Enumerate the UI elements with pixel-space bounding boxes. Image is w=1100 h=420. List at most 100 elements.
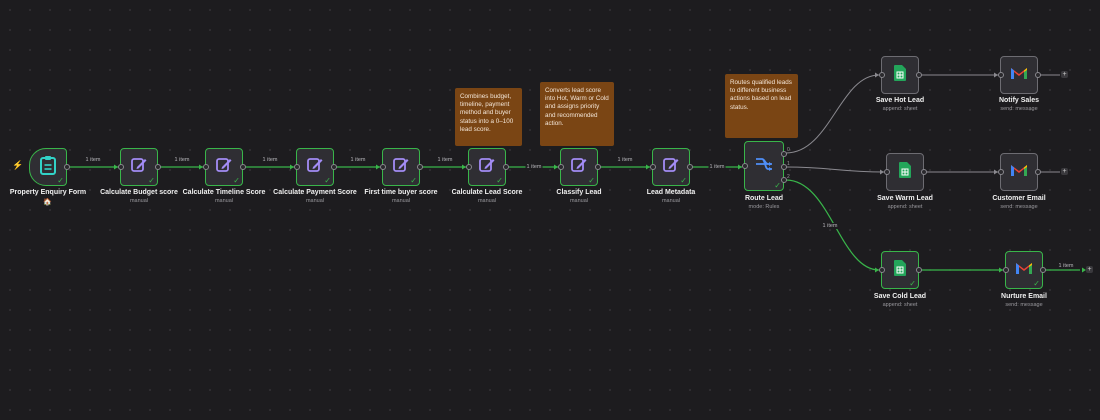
input-port[interactable] <box>1002 267 1009 273</box>
output-port-0[interactable] <box>780 151 787 157</box>
success-check-icon: ✓ <box>774 181 781 190</box>
input-port[interactable] <box>557 164 564 170</box>
output-port-1[interactable] <box>780 164 787 170</box>
node-label: Route Lead <box>744 195 784 202</box>
edge-item-count: 1 item <box>84 157 102 163</box>
edge-item-count: 1 item <box>436 157 454 163</box>
edge-route-savewarm <box>785 166 885 173</box>
node-label: Lead Metadata <box>646 189 696 196</box>
success-check-icon: ✓ <box>680 176 687 185</box>
node-label: Calculate Lead Score <box>451 189 523 196</box>
pencil-icon <box>570 156 588 179</box>
edge-item-count: 1 item <box>173 157 191 163</box>
node-calculate-timeline-score[interactable]: ✓ <box>202 148 246 186</box>
google-sheets-icon <box>894 259 906 281</box>
output-port[interactable] <box>239 164 246 170</box>
pencil-icon <box>478 156 496 179</box>
node-classify-lead[interactable]: ✓ <box>557 148 601 186</box>
input-port[interactable] <box>465 164 472 170</box>
output-port[interactable] <box>502 164 509 170</box>
node-label: Save Cold Lead <box>873 293 927 300</box>
input-port[interactable] <box>117 164 124 170</box>
node-calculate-budget-score[interactable]: ✓ <box>117 148 161 186</box>
success-check-icon: ✓ <box>410 176 417 185</box>
edge-item-count: 1 item <box>708 164 726 170</box>
pencil-icon <box>306 156 324 179</box>
node-lead-metadata[interactable]: ✓ <box>649 148 693 186</box>
input-port[interactable] <box>878 72 885 78</box>
node-property-enquiry-form[interactable]: ✓ <box>29 148 70 186</box>
output-port[interactable] <box>1034 72 1041 78</box>
input-port[interactable] <box>741 163 748 169</box>
node-subtitle: send: message <box>1000 106 1038 112</box>
add-node-button[interactable]: + <box>1086 266 1093 273</box>
node-nurture-email[interactable]: ✓ <box>1002 251 1046 289</box>
trigger-bolt-icon: ⚡ <box>12 160 24 170</box>
node-save-cold-lead[interactable]: ✓ <box>878 251 922 289</box>
node-label: Save Hot Lead <box>875 97 925 104</box>
node-subtitle: manual <box>305 198 325 204</box>
sticky-note-route[interactable]: Routes qualified leads to different busi… <box>725 74 798 138</box>
pencil-icon <box>130 156 148 179</box>
add-node-button[interactable]: + <box>1061 71 1068 78</box>
node-subtitle: manual <box>477 198 497 204</box>
sticky-note-lead-score[interactable]: Combines budget, timeline, payment metho… <box>455 88 522 146</box>
output-port[interactable] <box>63 164 70 170</box>
input-port[interactable] <box>878 267 885 273</box>
input-port[interactable] <box>997 169 1004 175</box>
node-first-time-buyer-score[interactable]: ✓ <box>379 148 423 186</box>
output-port[interactable] <box>920 169 927 175</box>
google-sheets-icon <box>899 161 911 183</box>
node-label: Calculate Timeline Score <box>182 189 266 196</box>
input-port[interactable] <box>997 72 1004 78</box>
input-port[interactable] <box>883 169 890 175</box>
node-label: Customer Email <box>992 195 1046 202</box>
node-save-hot-lead[interactable] <box>878 56 922 94</box>
output-port[interactable] <box>1039 267 1046 273</box>
node-subtitle: manual <box>391 198 411 204</box>
input-port[interactable] <box>649 164 656 170</box>
success-check-icon: ✓ <box>233 176 240 185</box>
output-port[interactable] <box>686 164 693 170</box>
sticky-note-classify[interactable]: Converts lead score into Hot, Warm or Co… <box>540 82 614 146</box>
pencil-icon <box>392 156 410 179</box>
node-subtitle: manual <box>569 198 589 204</box>
success-check-icon: ✓ <box>496 176 503 185</box>
node-calculate-payment-score[interactable]: ✓ <box>293 148 337 186</box>
node-label: Calculate Payment Score <box>273 189 357 196</box>
output-port-2[interactable] <box>780 177 787 183</box>
pencil-icon <box>215 156 233 179</box>
edge-item-count: 1 item <box>821 223 839 229</box>
switch-icon <box>754 155 774 178</box>
input-port[interactable] <box>202 164 209 170</box>
output-port[interactable] <box>154 164 161 170</box>
node-save-warm-lead[interactable] <box>883 153 927 191</box>
success-check-icon: ✓ <box>1033 279 1040 288</box>
route-port-label-2: 2 <box>787 174 790 180</box>
node-customer-email[interactable] <box>997 153 1041 191</box>
success-check-icon: ✓ <box>324 176 331 185</box>
node-subtitle: send: message <box>1000 204 1038 210</box>
house-emoji: 🏠 <box>43 199 52 206</box>
route-port-label-0: 0 <box>787 147 790 153</box>
node-label: Nurture Email <box>1001 293 1047 300</box>
add-node-button[interactable]: + <box>1061 168 1068 175</box>
node-route-lead[interactable]: ✓ <box>741 141 787 191</box>
node-calculate-lead-score[interactable]: ✓ <box>465 148 509 186</box>
node-subtitle: send: message <box>1005 302 1043 308</box>
node-subtitle: manual <box>661 198 681 204</box>
output-port[interactable] <box>416 164 423 170</box>
output-port[interactable] <box>1034 169 1041 175</box>
output-port[interactable] <box>915 72 922 78</box>
google-sheets-icon <box>894 64 906 86</box>
input-port[interactable] <box>293 164 300 170</box>
output-port[interactable] <box>915 267 922 273</box>
node-notify-sales[interactable] <box>997 56 1041 94</box>
output-port[interactable] <box>330 164 337 170</box>
success-check-icon: ✓ <box>588 176 595 185</box>
node-label: Calculate Budget score <box>100 189 178 196</box>
node-subtitle: manual <box>129 198 149 204</box>
input-port[interactable] <box>379 164 386 170</box>
output-port[interactable] <box>594 164 601 170</box>
node-label: First time buyer score <box>364 189 438 196</box>
